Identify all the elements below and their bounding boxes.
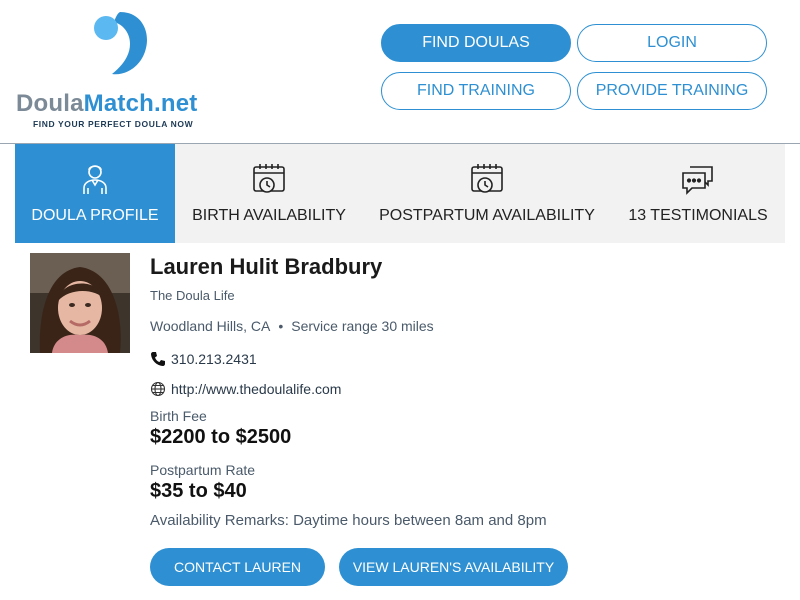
tab-label: 13 TESTIMONIALS [628, 207, 768, 224]
profile-photo-image [30, 253, 130, 353]
calendar-clock-icon [253, 164, 285, 193]
login-button[interactable]: LOGIN [577, 24, 767, 62]
chat-bubbles-icon [682, 166, 713, 195]
website-link[interactable]: http://www.thedoulalife.com [171, 381, 341, 397]
phone-number[interactable]: 310.213.2431 [171, 351, 257, 367]
phone-row[interactable]: 310.213.2431 [150, 351, 257, 367]
logo-word-1: Doula [16, 90, 84, 117]
business-name: The Doula Life [150, 288, 235, 303]
postpartum-rate-label: Postpartum Rate [150, 462, 256, 478]
logo-mark-icon [94, 12, 147, 75]
birth-fee-label: Birth Fee [150, 408, 207, 424]
globe-icon [150, 381, 166, 397]
birth-fee-value: $2200 to $2500 [150, 426, 292, 448]
doula-name: Lauren Hulit Bradbury [150, 254, 383, 279]
tab-postpartum-availability[interactable]: POSTPARTUM AVAILABILITY [363, 144, 611, 243]
tab-testimonials[interactable]: 13 TESTIMONIALS [611, 144, 785, 243]
logo-tagline: FIND YOUR PERFECT DOULA NOW [33, 119, 194, 129]
website-row[interactable]: http://www.thedoulalife.com [150, 381, 341, 397]
doula-photo [30, 253, 130, 353]
calendar-clock-icon [471, 164, 503, 193]
logo-word-2: Match.net [83, 90, 198, 117]
contact-button[interactable]: CONTACT LAUREN [150, 548, 325, 586]
service-range: Service range 30 miles [291, 318, 434, 334]
logo-wordmark: DoulaMatch.net [16, 90, 197, 118]
location-line: Woodland Hills, CA • Service range 30 mile… [150, 318, 434, 334]
tab-birth-availability[interactable]: BIRTH AVAILABILITY [175, 144, 363, 243]
tab-label: BIRTH AVAILABILITY [192, 207, 346, 224]
postpartum-rate-value: $35 to $40 [150, 480, 247, 502]
availability-remarks: Availability Remarks: Daytime hours betw… [150, 512, 547, 529]
find-doulas-button[interactable]: FIND DOULAS [381, 24, 571, 62]
tab-label: POSTPARTUM AVAILABILITY [379, 207, 595, 224]
site-logo[interactable]: DoulaMatch.net FIND YOUR PERFECT DOULA N… [14, 10, 224, 135]
find-training-button[interactable]: FIND TRAINING [381, 72, 571, 110]
provide-training-button[interactable]: PROVIDE TRAINING [577, 72, 767, 110]
tab-doula-profile[interactable]: DOULA PROFILE [15, 144, 175, 243]
separator-dot: • [278, 318, 284, 334]
profile-tabs: DOULA PROFILE BIRTH AVAILABILITY POSTPAR… [15, 144, 785, 243]
phone-icon [151, 352, 165, 366]
site-header: DoulaMatch.net FIND YOUR PERFECT DOULA N… [0, 0, 800, 144]
tab-label: DOULA PROFILE [31, 207, 159, 224]
view-availability-button[interactable]: VIEW LAUREN'S AVAILABILITY [339, 548, 568, 586]
city: Woodland Hills, CA [150, 318, 271, 334]
doula-person-icon [83, 165, 107, 194]
